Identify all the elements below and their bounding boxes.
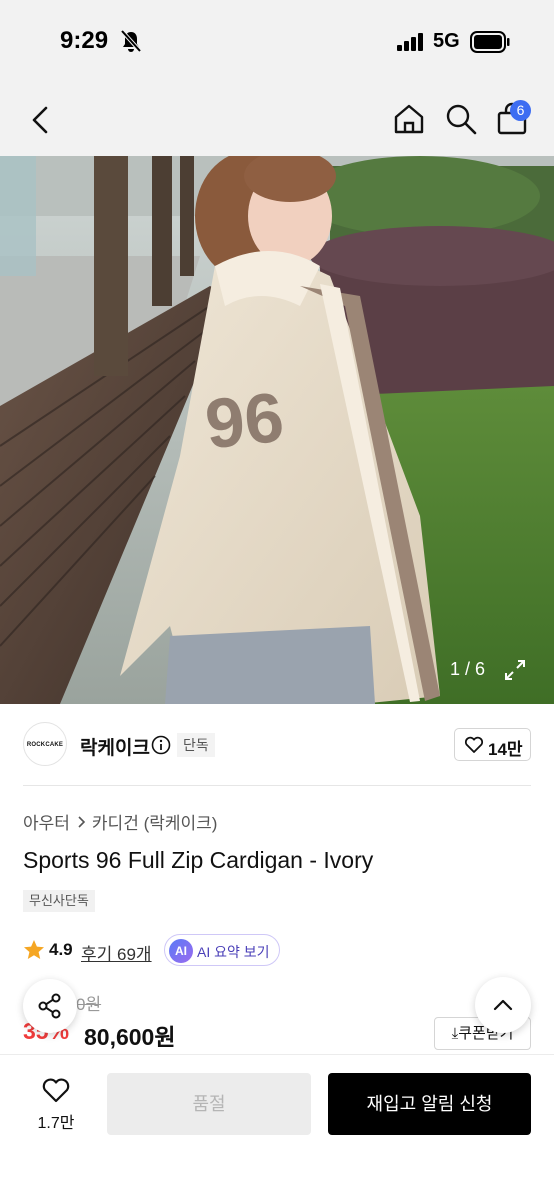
review-link[interactable]: 후기 69개: [81, 940, 152, 965]
exclusive-badge: 무신사단독: [23, 890, 95, 912]
chevron-up-icon: [493, 999, 513, 1011]
original-price: 0원: [76, 995, 102, 1014]
wishlist-count: 1.7만: [37, 1115, 75, 1132]
brand-like-count: 14만: [488, 740, 523, 759]
image-page-indicator: 1 / 6: [450, 659, 486, 679]
info-icon[interactable]: [151, 735, 171, 755]
battery-icon: [470, 31, 510, 53]
breadcrumb-subcategory[interactable]: 카디건 (락케이크): [92, 809, 218, 834]
breadcrumb-category[interactable]: 아우터: [23, 809, 70, 834]
svg-text:96: 96: [202, 378, 288, 464]
ai-badge: AI: [169, 939, 193, 963]
sale-price: 80,600원: [84, 1024, 176, 1050]
rating-value: 4.9: [49, 940, 73, 959]
divider: [23, 785, 531, 786]
product-title: Sports 96 Full Zip Cardigan - Ivory: [23, 847, 374, 873]
brand-name[interactable]: 락케이크: [80, 733, 150, 760]
scroll-top-button[interactable]: [475, 977, 531, 1033]
home-icon[interactable]: [392, 102, 426, 136]
soldout-button: 품절: [107, 1073, 311, 1135]
bell-off-icon: [120, 29, 142, 53]
back-arrow-icon[interactable]: [26, 104, 54, 136]
search-icon[interactable]: [444, 102, 478, 136]
heart-icon: [464, 736, 484, 753]
top-nav-bar: [0, 84, 554, 156]
status-time: 9:29: [60, 27, 109, 54]
star-icon: [24, 940, 44, 959]
brand-exclusive-tag: 단독: [177, 733, 215, 757]
ai-summary-label: AI 요약 보기: [197, 944, 270, 960]
restock-alert-button[interactable]: 재입고 알림 신청: [328, 1073, 531, 1135]
expand-icon[interactable]: [503, 658, 527, 682]
brand-like-button[interactable]: 14만: [454, 728, 531, 761]
ai-summary-button[interactable]: AI AI 요약 보기: [164, 934, 280, 966]
breadcrumb: 아우터 카디건 (락케이크): [23, 809, 217, 834]
network-type: 5G: [433, 30, 460, 52]
product-image[interactable]: 96: [0, 156, 554, 704]
signal-icon: [397, 33, 423, 51]
wishlist-heart-icon[interactable]: [41, 1076, 71, 1104]
share-icon: [38, 993, 61, 1019]
cart-count-badge: 6: [510, 100, 531, 121]
brand-logo[interactable]: ROCKCAKE: [23, 722, 67, 766]
status-bar: 9:29 5G: [0, 0, 554, 84]
chevron-right-icon: [78, 815, 86, 828]
share-button[interactable]: [23, 979, 77, 1033]
